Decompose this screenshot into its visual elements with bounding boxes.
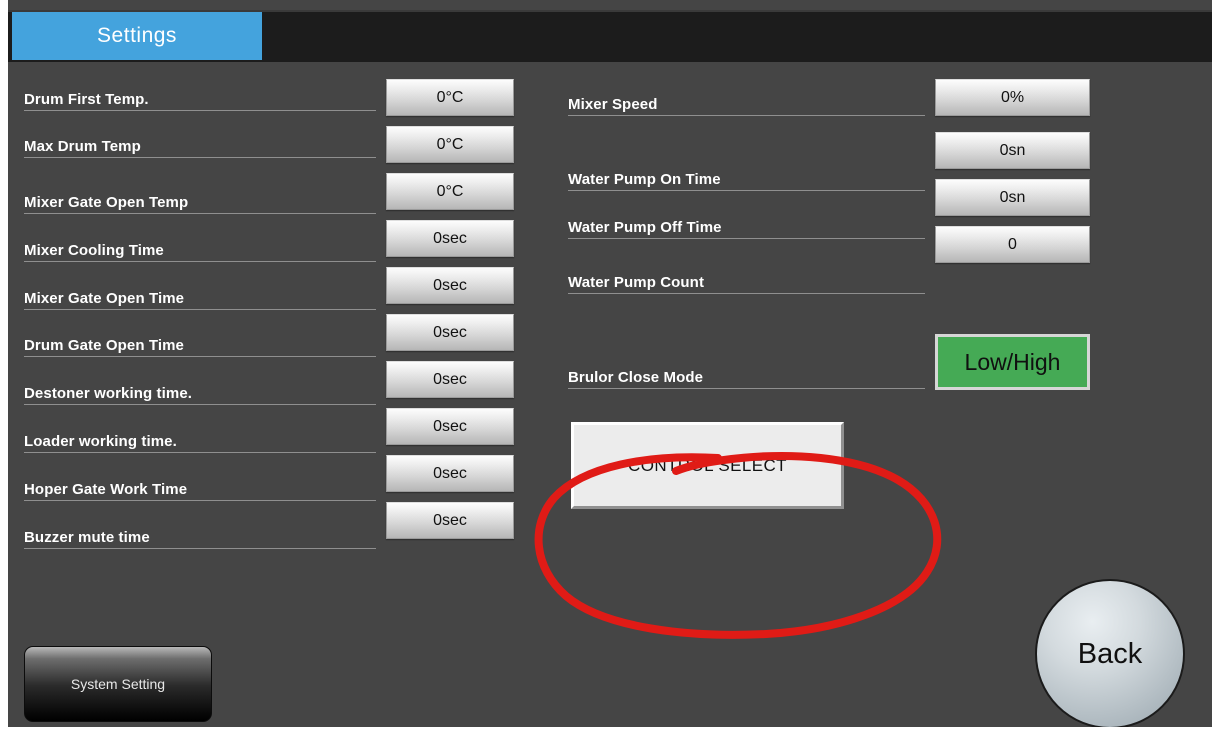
left-value-button-8[interactable]: 0sec — [386, 455, 514, 492]
left-row-divider-9 — [24, 548, 376, 549]
right-row-divider-0 — [568, 115, 925, 116]
left-label-4: Mixer Gate Open Time — [24, 290, 185, 307]
left-label-7: Loader working time. — [24, 433, 177, 450]
left-row-divider-5 — [24, 356, 376, 357]
left-value-button-7[interactable]: 0sec — [386, 408, 514, 445]
left-value-button-9[interactable]: 0sec — [386, 502, 514, 539]
left-label-2: Mixer Gate Open Temp — [24, 194, 189, 211]
right-value-button-2[interactable]: 0sn — [935, 179, 1090, 216]
left-label-0: Drum First Temp. — [24, 91, 149, 108]
back-button[interactable]: Back — [1035, 579, 1185, 727]
left-value-button-6[interactable]: 0sec — [386, 361, 514, 398]
left-label-5: Drum Gate Open Time — [24, 337, 184, 354]
right-row-divider-1 — [568, 190, 925, 191]
left-label-6: Destoner working time. — [24, 385, 193, 402]
left-row-divider-6 — [24, 404, 376, 405]
tab-settings[interactable]: Settings — [12, 12, 262, 60]
left-row-divider-3 — [24, 261, 376, 262]
brulor-close-mode-divider — [568, 388, 925, 389]
right-row-divider-2 — [568, 238, 925, 239]
system-setting-button[interactable]: System Setting — [24, 646, 212, 722]
app-frame: Settings Drum First Temp. 0°C Max Drum Tem… — [8, 0, 1212, 727]
brulor-close-mode-label: Brulor Close Mode — [568, 369, 704, 386]
left-label-9: Buzzer mute time — [24, 529, 150, 546]
left-row-divider-7 — [24, 452, 376, 453]
right-value-button-0[interactable]: 0% — [935, 79, 1090, 116]
right-label-0: Mixer Speed — [568, 96, 658, 113]
device-screen: Settings Drum First Temp. 0°C Max Drum Tem… — [0, 0, 1220, 738]
low-high-toggle-button[interactable]: Low/High — [935, 334, 1090, 390]
right-value-button-3[interactable]: 0 — [935, 226, 1090, 263]
left-value-button-1[interactable]: 0°C — [386, 126, 514, 163]
left-row-divider-4 — [24, 309, 376, 310]
left-value-button-5[interactable]: 0sec — [386, 314, 514, 351]
left-label-1: Max Drum Temp — [24, 138, 141, 155]
control-select-button[interactable]: CONTROL SELECT — [571, 422, 844, 509]
right-label-2: Water Pump Off Time — [568, 219, 722, 236]
left-label-3: Mixer Cooling Time — [24, 242, 164, 259]
right-label-1: Water Pump On Time — [568, 171, 721, 188]
left-value-button-0[interactable]: 0°C — [386, 79, 514, 116]
left-row-divider-1 — [24, 157, 376, 158]
settings-panel: Drum First Temp. 0°C Max Drum Temp 0°C Mixer… — [8, 62, 1212, 727]
right-row-divider-3 — [568, 293, 925, 294]
right-value-button-1[interactable]: 0sn — [935, 132, 1090, 169]
left-row-divider-2 — [24, 213, 376, 214]
left-value-button-3[interactable]: 0sec — [386, 220, 514, 257]
left-row-divider-0 — [24, 110, 376, 111]
right-label-3: Water Pump Count — [568, 274, 705, 291]
left-label-8: Hoper Gate Work Time — [24, 481, 188, 498]
left-value-button-2[interactable]: 0°C — [386, 173, 514, 210]
left-value-button-4[interactable]: 0sec — [386, 267, 514, 304]
left-row-divider-8 — [24, 500, 376, 501]
